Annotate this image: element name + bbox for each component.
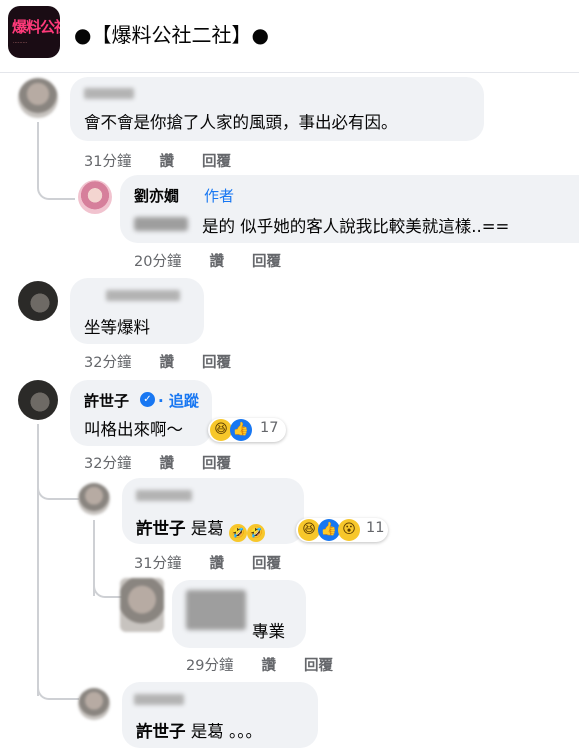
reply-author-time[interactable]: 20分鐘 [134, 254, 181, 270]
avatar-reply-1[interactable] [78, 483, 110, 515]
reaction-summary[interactable]: 😆 👍 😮 11 [296, 518, 388, 542]
verified-badge-icon: ✓ [140, 392, 155, 407]
rofl-emoji-icon: 🤣 [229, 524, 247, 542]
avatar-comment-2[interactable] [18, 281, 58, 321]
group-logo[interactable]: 爆料公社 ········· [8, 6, 60, 58]
reply-1-text: 是葛 [185, 519, 224, 538]
reply-3-bubble: 許世子 是葛 。。。 [122, 682, 318, 748]
wow-emoji-icon: 😮 [338, 519, 360, 541]
group-title[interactable]: ●【爆料公社二社】● [74, 19, 269, 48]
comment-1-meta: 31分鐘 讚 回覆 [84, 150, 259, 171]
comment-2-meta: 32分鐘 讚 回覆 [84, 351, 259, 372]
comment-3-bubble: 許世子 ✓ · 追蹤 叫格出來啊～ [70, 380, 212, 446]
thread-line [37, 424, 39, 696]
avatar-comment-1[interactable] [18, 78, 58, 118]
mention-link[interactable]: 許世子 [136, 722, 186, 741]
comment-2-like-button[interactable]: 讚 [159, 355, 174, 371]
commenter-name[interactable]: 許世子 [84, 390, 129, 411]
rofl-emoji-icon: 🤣 [247, 524, 265, 542]
avatar-author[interactable] [78, 180, 112, 214]
reply-author-like-button[interactable]: 讚 [209, 254, 224, 270]
reply-3-text-line: 許世子 是葛 。。。 [136, 718, 262, 742]
comment-2-text: 坐等爆料 [84, 318, 150, 337]
commenter-name-blurred[interactable] [106, 290, 180, 301]
comment-1-time[interactable]: 31分鐘 [84, 154, 131, 170]
reply-1-like-button[interactable]: 讚 [209, 556, 224, 572]
avatar-reply-3[interactable] [78, 688, 110, 720]
post-header: 爆料公社 ········· ●【爆料公社二社】● [0, 0, 579, 72]
comment-3-reply-button[interactable]: 回覆 [202, 456, 231, 472]
reply-author-text: 是的 似乎她的客人說我比較美就這樣..== [202, 217, 510, 236]
author-name[interactable]: 劉亦嫺 [134, 185, 179, 206]
comment-3-like-button[interactable]: 讚 [159, 456, 174, 472]
reply-3-text: 是葛 。。。 [185, 722, 262, 741]
reply-2-like-button[interactable]: 讚 [261, 658, 276, 674]
reply-1-meta: 31分鐘 讚 回覆 [134, 552, 309, 573]
commenter-name-blurred[interactable] [134, 694, 184, 705]
avatar-xu-shizi[interactable] [18, 380, 58, 420]
comment-3-text: 叫格出來啊～ [84, 420, 183, 439]
haha-emoji-icon: 😆 [210, 419, 232, 441]
reply-author-bubble: 劉亦嫺 作者 是的 似乎她的客人說我比較美就這樣..== [120, 175, 579, 243]
mention-blurred[interactable] [134, 217, 188, 231]
reaction-count: 11 [366, 520, 385, 536]
avatar-reply-2[interactable] [120, 578, 164, 632]
comment-1-reply-button[interactable]: 回覆 [202, 154, 231, 170]
reaction-summary[interactable]: 😆 👍 17 [208, 418, 286, 442]
reply-2-bubble: 專業 [172, 580, 306, 648]
reply-author-meta: 20分鐘 讚 回覆 [134, 250, 309, 271]
comment-1-text: 會不會是你搶了人家的風頭，事出必有因。 [84, 113, 398, 132]
thread-connector [37, 470, 79, 500]
mention-link[interactable]: 許世子 [136, 519, 186, 538]
comment-3-meta: 32分鐘 讚 回覆 [84, 452, 259, 473]
reply-author-reply-button[interactable]: 回覆 [252, 254, 281, 270]
reply-2-reply-button[interactable]: 回覆 [304, 658, 333, 674]
reply-2-time[interactable]: 29分鐘 [186, 658, 233, 674]
commenter-name-blurred[interactable] [186, 590, 246, 630]
thread-connector [37, 122, 75, 200]
reaction-count: 17 [260, 420, 279, 436]
reply-1-text-line: 許世子 是葛 🤣 🤣 [136, 515, 265, 542]
reply-2-meta: 29分鐘 讚 回覆 [186, 654, 361, 675]
comment-1-bubble: 會不會是你搶了人家的風頭，事出必有因。 [70, 77, 484, 141]
comment-1-like-button[interactable]: 讚 [159, 154, 174, 170]
commenter-name-blurred[interactable] [84, 88, 134, 99]
commenter-name-blurred[interactable] [136, 490, 192, 501]
like-emoji-icon: 👍 [230, 419, 252, 441]
comment-2-reply-button[interactable]: 回覆 [202, 355, 231, 371]
reply-1-time[interactable]: 31分鐘 [134, 556, 181, 572]
comment-3-time[interactable]: 32分鐘 [84, 456, 131, 472]
follow-button[interactable]: · 追蹤 [158, 390, 199, 411]
comment-2-bubble: 坐等爆料 [70, 278, 204, 344]
haha-emoji-icon: 😆 [298, 519, 320, 541]
reply-1-reply-button[interactable]: 回覆 [252, 556, 281, 572]
header-divider [0, 72, 579, 73]
logo-text: 爆料公社 [12, 18, 60, 36]
reply-2-text: 專業 [252, 622, 285, 641]
comment-2-time[interactable]: 32分鐘 [84, 355, 131, 371]
logo-subtext-decoration: ········· [13, 40, 28, 46]
thread-connector [37, 676, 79, 700]
author-badge: 作者 [204, 187, 235, 205]
like-emoji-icon: 👍 [318, 519, 340, 541]
reply-1-bubble: 許世子 是葛 🤣 🤣 [122, 478, 304, 544]
